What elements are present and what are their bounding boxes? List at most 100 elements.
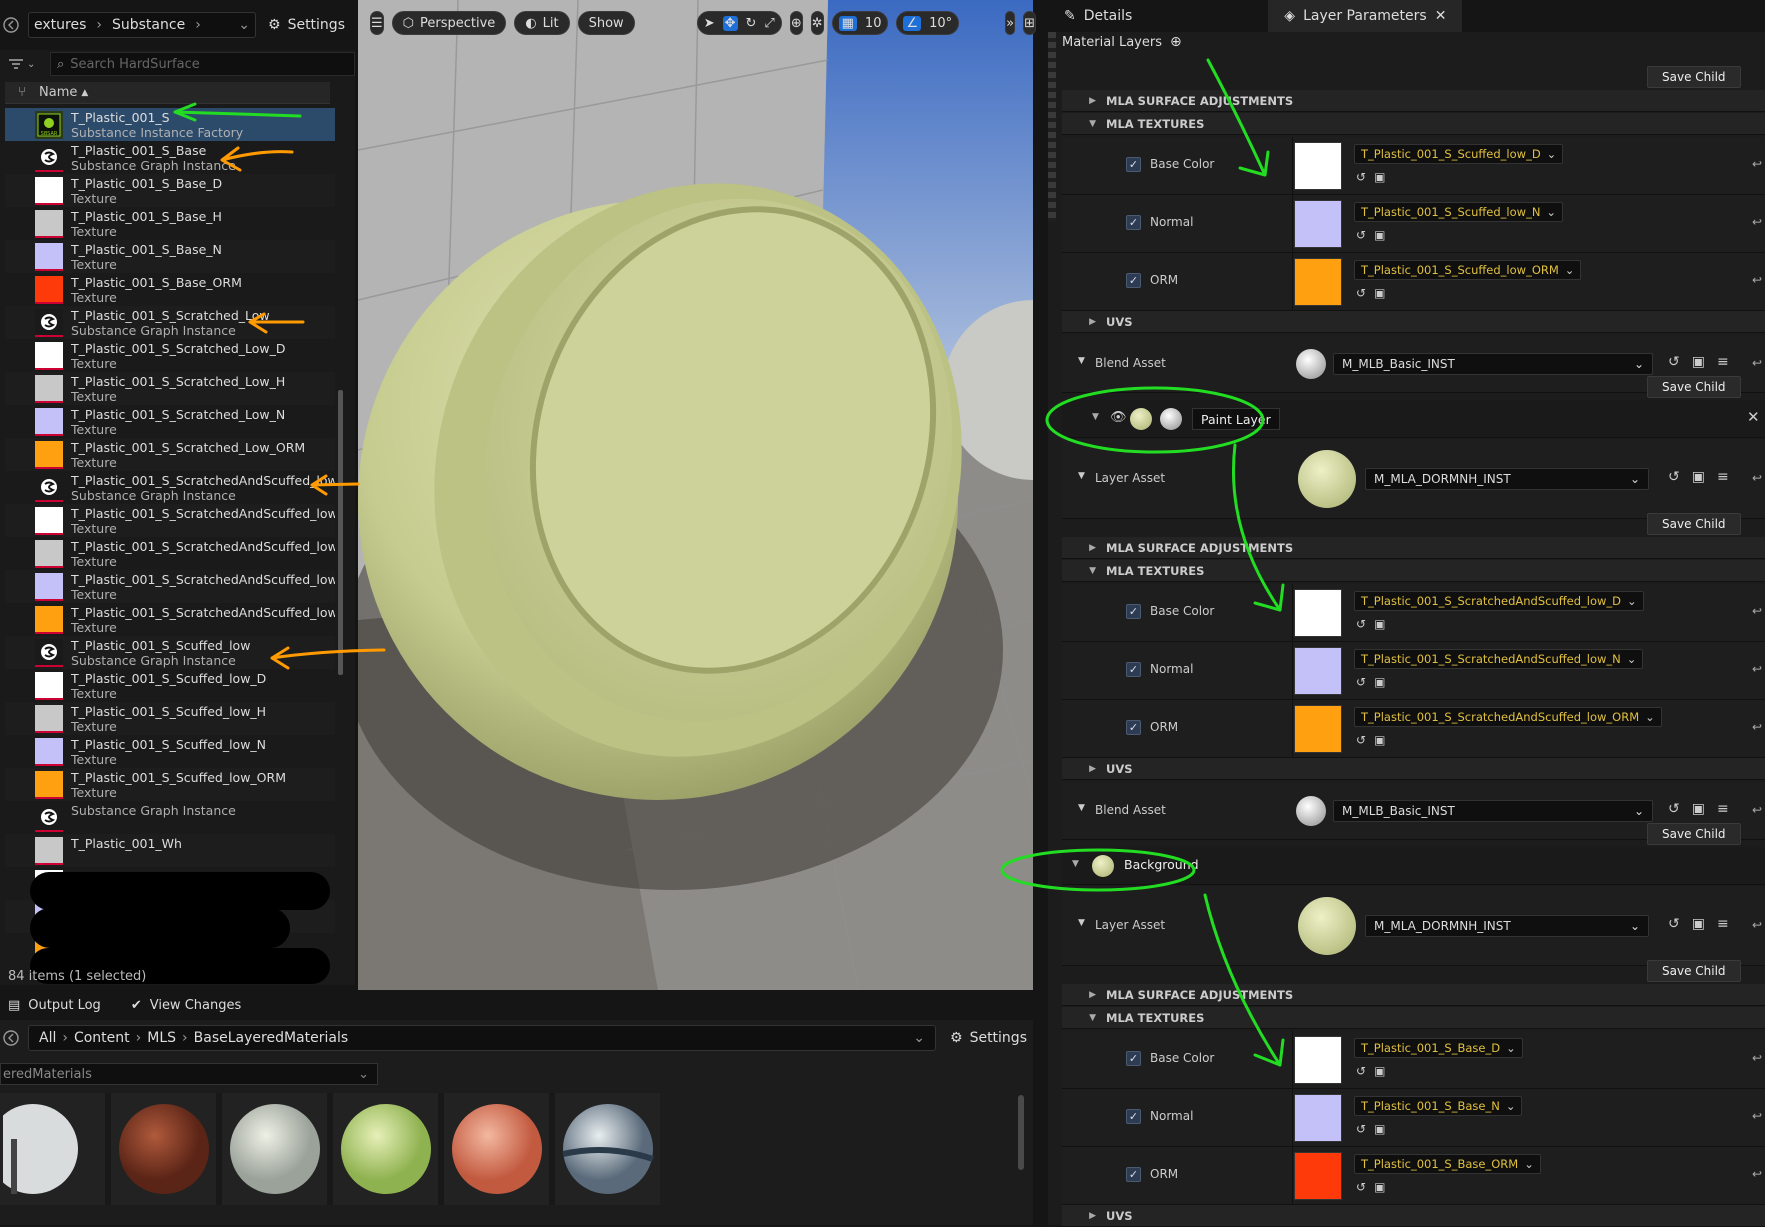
chevron-down-icon[interactable]: ⌄	[233, 17, 255, 33]
list-item[interactable]: T_Plastic_001_S_ScratchedAndScuffed_low S…	[5, 471, 335, 504]
show-button[interactable]: Show	[577, 11, 635, 35]
reset-icon[interactable]: ↺	[1356, 228, 1366, 242]
tab-details[interactable]: ✎ Details	[1048, 0, 1148, 32]
section-header[interactable]: ▼ MLA TEXTURES	[1062, 113, 1765, 135]
list-item[interactable]: T_Plastic_001_S_Scratched_Low_ORM Texture	[5, 438, 335, 471]
reset-arrow-icon[interactable]: ↩	[1752, 1109, 1762, 1123]
browse-icon[interactable]: ▣	[1374, 733, 1385, 747]
browse-icon[interactable]: ▣	[1374, 675, 1385, 689]
reset-arrow-icon[interactable]: ↩	[1752, 215, 1762, 229]
search-input[interactable]: ⌕ Search HardSurface	[50, 52, 355, 76]
browse-icon[interactable]: ▣	[1692, 801, 1705, 817]
section-header[interactable]: ▶ MLA SURFACE ADJUSTMENTS	[1062, 90, 1765, 112]
list-item[interactable]: T_Plastic_001_S_Base_H Texture	[5, 207, 335, 240]
material-thumbnail[interactable]	[222, 1093, 327, 1205]
back-arrow-icon[interactable]	[2, 1029, 24, 1047]
layer-name-field[interactable]: Paint Layer	[1192, 408, 1280, 430]
reset-icon[interactable]: ↺	[1668, 916, 1680, 932]
browse-icon[interactable]: ▣	[1374, 286, 1385, 300]
add-layer-icon[interactable]: ⊕	[1170, 34, 1182, 50]
browse-icon[interactable]: ▣	[1374, 1180, 1385, 1194]
texture-swatch[interactable]	[1294, 705, 1342, 753]
param-checkbox[interactable]: ✓	[1126, 720, 1141, 735]
triangle-down-icon[interactable]: ▼	[1078, 803, 1085, 813]
rotate-icon[interactable]: ↻	[746, 16, 757, 31]
world-icon[interactable]: ⊕	[789, 11, 803, 35]
list-item[interactable]: SBSAR T_Plastic_001_S Substance Instance F…	[5, 108, 335, 141]
reset-icon[interactable]: ↺	[1356, 1122, 1366, 1136]
reset-icon[interactable]: ↺	[1668, 801, 1680, 817]
material-thumbnail[interactable]	[333, 1093, 438, 1205]
param-checkbox[interactable]: ✓	[1126, 273, 1141, 288]
layer-header-paint[interactable]: ▼ 👁 Paint Layer ✕	[1062, 400, 1765, 438]
param-checkbox[interactable]: ✓	[1126, 1167, 1141, 1182]
breadcrumb[interactable]: extures › Substance › ⌄	[28, 12, 256, 38]
list-item[interactable]: T_Plastic_001_S_Base_N Texture	[5, 240, 335, 273]
reset-arrow-icon[interactable]: ↩	[1752, 273, 1762, 287]
browse-icon[interactable]: ▣	[1374, 617, 1385, 631]
material-thumbnail[interactable]	[111, 1093, 216, 1205]
texture-swatch[interactable]	[1294, 258, 1342, 306]
list-item[interactable]: T_Plastic_001_S_Scuffed_low_H Texture	[5, 702, 335, 735]
reset-arrow-icon[interactable]: ↩	[1752, 918, 1762, 932]
filter-icon[interactable]: ≡	[1717, 469, 1729, 485]
texture-swatch[interactable]	[1294, 589, 1342, 637]
view-changes-tab[interactable]: ✔ View Changes	[131, 998, 241, 1013]
grid-snap[interactable]: ▦ 10	[831, 11, 889, 35]
list-item[interactable]: T_Plastic_001_S_Base_ORM Texture	[5, 273, 335, 306]
reset-arrow-icon[interactable]: ↩	[1752, 720, 1762, 734]
reset-icon[interactable]: ↺	[1356, 286, 1366, 300]
list-item[interactable]: T_Plastic_001_S_Scuffed_low Substance Gra…	[5, 636, 335, 669]
list-item[interactable]: T_Plastic_001_S_ScratchedAndScuffed_low_…	[5, 570, 335, 603]
reset-arrow-icon[interactable]: ↩	[1752, 1167, 1762, 1181]
list-item[interactable]: T_Plastic_001_S_Scuffed_low_ORM Texture	[5, 768, 335, 801]
reset-icon[interactable]: ↺	[1668, 469, 1680, 485]
param-checkbox[interactable]: ✓	[1126, 1109, 1141, 1124]
bottom-settings-button[interactable]: ⚙ Settings	[950, 1025, 1027, 1051]
browse-icon[interactable]: ▣	[1374, 170, 1385, 184]
param-checkbox[interactable]: ✓	[1126, 215, 1141, 230]
browse-icon[interactable]: ▣	[1374, 1064, 1385, 1078]
reset-icon[interactable]: ↺	[1356, 170, 1366, 184]
output-log-tab[interactable]: ▤ Output Log	[8, 998, 101, 1013]
list-item[interactable]: T_Plastic_001_S_Scratched_Low_D Texture	[5, 339, 335, 372]
save-child-button[interactable]: Save Child	[1647, 513, 1741, 535]
asset-dropdown[interactable]: M_MLA_DORMNH_INST ⌄	[1365, 915, 1649, 937]
scale-icon[interactable]: ⤢	[764, 16, 774, 31]
column-header[interactable]: ⑂ Name ▲	[5, 82, 330, 104]
breadcrumb-item[interactable]: Content	[74, 1030, 130, 1046]
reset-icon[interactable]: ↺	[1356, 675, 1366, 689]
save-child-button[interactable]: Save Child	[1647, 376, 1741, 398]
reset-arrow-icon[interactable]: ↩	[1752, 662, 1762, 676]
viewport[interactable]	[358, 0, 1033, 990]
browse-icon[interactable]: ▣	[1692, 469, 1705, 485]
chevron-down-icon[interactable]: ⌄	[913, 1030, 925, 1046]
filter-icon[interactable]: ≡	[1717, 354, 1729, 370]
texture-dropdown[interactable]: T_Plastic_001_S_Scuffed_low_N ⌄	[1354, 202, 1564, 222]
param-checkbox[interactable]: ✓	[1126, 157, 1141, 172]
save-child-button[interactable]: Save Child	[1647, 960, 1741, 982]
texture-dropdown[interactable]: T_Plastic_001_S_Base_ORM ⌄	[1354, 1154, 1541, 1174]
section-header[interactable]: ▼ MLA TEXTURES	[1062, 560, 1765, 582]
browse-icon[interactable]: ▣	[1374, 228, 1385, 242]
texture-swatch[interactable]	[1294, 1094, 1342, 1142]
param-checkbox[interactable]: ✓	[1126, 1051, 1141, 1066]
triangle-down-icon[interactable]: ▼	[1078, 471, 1085, 481]
close-icon[interactable]: ✕	[1435, 8, 1447, 24]
triangle-down-icon[interactable]: ▼	[1078, 918, 1085, 928]
texture-dropdown[interactable]: T_Plastic_001_S_Base_D ⌄	[1354, 1038, 1523, 1058]
reset-arrow-icon[interactable]: ↩	[1752, 604, 1762, 618]
texture-swatch[interactable]	[1294, 1152, 1342, 1200]
reset-arrow-icon[interactable]: ↩	[1752, 157, 1762, 171]
eye-icon[interactable]: 👁	[1110, 410, 1127, 425]
reset-icon[interactable]: ↺	[1356, 1180, 1366, 1194]
move-icon[interactable]: ✥	[722, 15, 738, 31]
settings-button[interactable]: ⚙ Settings	[268, 10, 345, 40]
breadcrumb-item[interactable]: MLS	[147, 1030, 176, 1046]
list-item[interactable]: T_Plastic_001_Wh	[5, 834, 335, 867]
scrollbar[interactable]	[1048, 32, 1056, 222]
list-item[interactable]: T_Plastic_001_S_Scratched_Low_N Texture	[5, 405, 335, 438]
breadcrumb-item[interactable]: All	[39, 1030, 56, 1046]
expand-icon[interactable]: »	[1005, 11, 1016, 35]
section-header[interactable]: ▼ MLA TEXTURES	[1062, 1007, 1765, 1029]
